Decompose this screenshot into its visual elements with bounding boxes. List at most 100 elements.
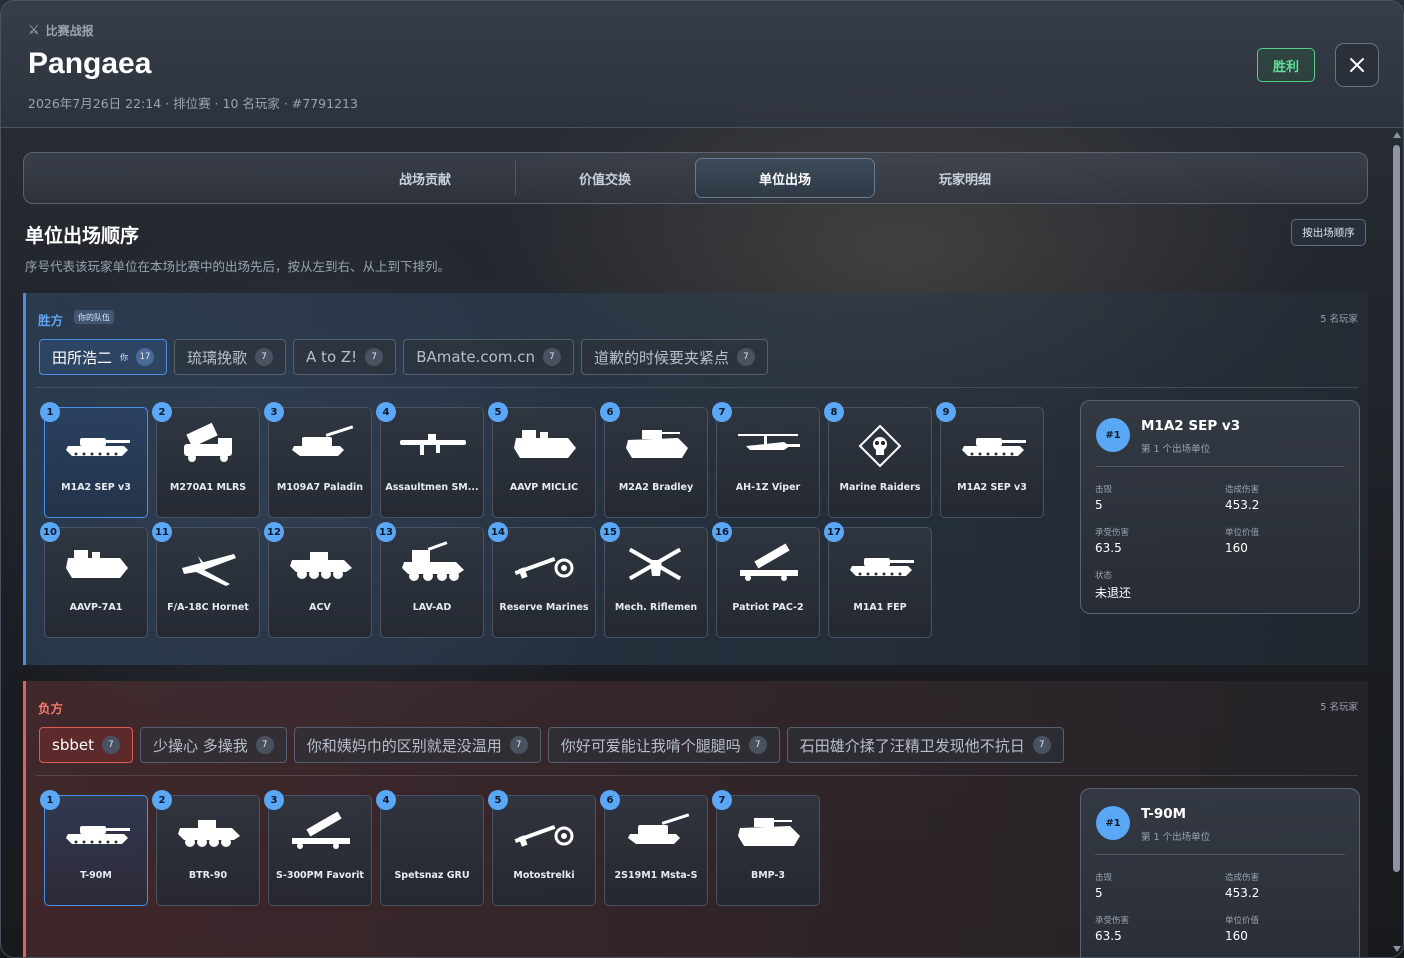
player-chip[interactable]: BAmate.com.cn 7 xyxy=(403,339,574,375)
divider xyxy=(1095,466,1345,467)
unit-card[interactable]: 4 Assaultmen SM... xyxy=(376,402,484,518)
scroll-down-arrow[interactable] xyxy=(1393,946,1401,952)
damage-taken-label: 承受伤害 xyxy=(1095,916,1130,926)
sam-launcher-icon xyxy=(740,543,798,581)
skull-insignia-icon xyxy=(858,424,902,468)
unit-order-text: 第 1 个出场单位 xyxy=(1141,832,1211,843)
deploy-order-badge: 1 xyxy=(40,790,60,810)
player-chip[interactable]: 道歉的时候要夹紧点 7 xyxy=(580,339,768,375)
artillery-icon xyxy=(628,813,690,844)
unit-card[interactable]: 1 M1A2 SEP v3 xyxy=(40,402,148,518)
tab-bar: 战场贡献 价值交换 单位出场 玩家明细 xyxy=(23,152,1368,204)
unit-card[interactable]: 11 F/A-18C Hornet xyxy=(152,522,260,638)
unit-value-value: 160 xyxy=(1225,541,1248,555)
deploy-order-badge: 8 xyxy=(824,402,844,422)
player-chip[interactable]: A to Z! 7 xyxy=(293,339,397,375)
unit-detail-card: #1 T-90M 第 1 个出场单位 击毁 5 造成伤害 453.2 承受伤害 … xyxy=(1080,788,1360,957)
crossed-swords-icon: ⚔ xyxy=(28,23,40,38)
winning-team-panel: 胜方 你的队伍 5 名玩家 田所浩二 你 17 琉璃挽歌 7 A to Z! 7… xyxy=(23,293,1368,665)
player-chips: sbbet 7 少操心 多操我 7 你和姨妈巾的区别就是没温用 7 你好可爱能让… xyxy=(39,727,1064,763)
unit-name: 2S19M1 Msta-S xyxy=(614,870,698,881)
modal-header: ⚔ 比赛战报 Pangaea 2026年7月26日 22:14 · 排位赛 · … xyxy=(1,1,1403,128)
your-team-tag: 你的队伍 xyxy=(74,310,114,324)
deploy-order-badge: 2 xyxy=(152,402,172,422)
unit-card[interactable]: 2 M270A1 MLRS xyxy=(152,402,260,518)
section-description: 序号代表该玩家单位在本场比赛中的出场先后，按从左到右、从上到下排列。 xyxy=(25,259,451,274)
damage-taken-value: 63.5 xyxy=(1095,541,1122,555)
player-chip[interactable]: sbbet 7 xyxy=(39,727,133,763)
unit-card[interactable]: 13 LAV-AD xyxy=(376,522,484,638)
rifle-insignia-icon xyxy=(514,556,574,579)
tab-unit-deployment[interactable]: 单位出场 xyxy=(695,158,875,198)
ifv-icon xyxy=(738,818,800,846)
jet-icon xyxy=(182,554,236,586)
unit-card[interactable]: 3 M109A7 Paladin xyxy=(264,402,372,518)
unit-card[interactable]: 12 ACV xyxy=(264,522,372,638)
unit-card[interactable]: 7 BMP-3 xyxy=(712,790,820,906)
divider xyxy=(1095,854,1345,855)
unit-card[interactable]: 2 BTR-90 xyxy=(152,790,260,906)
player-name: 琉璃挽歌 xyxy=(187,348,248,367)
unit-name: ACV xyxy=(309,602,331,613)
unit-card[interactable]: 6 M2A2 Bradley xyxy=(600,402,708,518)
scroll-up-arrow[interactable] xyxy=(1393,132,1401,138)
sort-order-button[interactable]: 按出场顺序 xyxy=(1291,219,1366,246)
unit-count-badge: 7 xyxy=(255,348,274,366)
map-title: Pangaea xyxy=(28,47,152,80)
unit-name: T-90M xyxy=(80,870,112,881)
unit-name: Assaultmen SM... xyxy=(385,482,479,493)
close-button[interactable] xyxy=(1335,43,1379,87)
player-chip[interactable]: 少操心 多操我 7 xyxy=(139,727,287,763)
tab-value-exchange[interactable]: 价值交换 xyxy=(515,158,695,198)
player-chip[interactable]: 你好可爱能让我啃个腿腿吗 7 xyxy=(547,727,780,763)
unit-card[interactable]: 16 Patriot PAC-2 xyxy=(712,522,820,638)
tank-icon xyxy=(66,438,130,456)
unit-card[interactable]: 1 T-90M xyxy=(40,790,148,906)
ifv-icon xyxy=(626,430,688,458)
wheeled-vehicle-icon xyxy=(290,552,352,579)
unit-card[interactable]: 8 Marine Raiders xyxy=(824,402,932,518)
unit-name: LAV-AD xyxy=(412,602,452,613)
damage-taken-label: 承受伤害 xyxy=(1095,528,1130,538)
deploy-order-badge: 12 xyxy=(264,522,284,542)
deploy-order-badge: 6 xyxy=(600,790,620,810)
player-chips: 田所浩二 你 17 琉璃挽歌 7 A to Z! 7 BAmate.com.cn… xyxy=(39,339,768,375)
kills-value: 5 xyxy=(1095,886,1103,900)
player-name: A to Z! xyxy=(306,348,358,366)
unit-card[interactable]: 9 M1A2 SEP v3 xyxy=(936,402,1044,518)
unit-count-badge: 7 xyxy=(365,348,384,366)
kicker: ⚔ 比赛战报 xyxy=(28,22,94,39)
wheeled-aa-icon xyxy=(402,541,464,581)
unit-card[interactable]: 6 2S19M1 Msta-S xyxy=(600,790,708,906)
status-label: 状态 xyxy=(1095,571,1113,581)
scrollbar-thumb[interactable] xyxy=(1393,145,1400,872)
player-chip[interactable]: 田所浩二 你 17 xyxy=(39,339,168,375)
unit-card[interactable]: 10 AAVP-7A1 xyxy=(40,522,148,638)
unit-count-badge: 7 xyxy=(101,736,120,754)
unit-card[interactable]: 4 Spetsnaz GRU xyxy=(376,790,484,906)
player-chip[interactable]: 你和姨妈巾的区别就是没温用 7 xyxy=(293,727,541,763)
unit-name: M2A2 Bradley xyxy=(618,482,694,493)
deploy-order-badge: 4 xyxy=(376,402,396,422)
match-meta: 2026年7月26日 22:14 · 排位赛 · 10 名玩家 · #77912… xyxy=(28,96,358,111)
unit-card[interactable]: 3 S-300PM Favorit xyxy=(264,790,372,906)
unit-count-badge: 7 xyxy=(1032,736,1051,754)
unit-card[interactable]: 5 AAVP MICLIC xyxy=(488,402,596,518)
unit-name: M1A2 SEP v3 xyxy=(1141,418,1241,434)
unit-card[interactable]: 14 Reserve Marines xyxy=(488,522,596,638)
player-name: 少操心 多操我 xyxy=(152,736,248,755)
unit-card[interactable]: 17 M1A1 FEP xyxy=(824,522,932,638)
tab-player-details[interactable]: 玩家明细 xyxy=(875,158,1055,198)
player-count: 5 名玩家 xyxy=(1320,702,1358,713)
player-name: 石田雄介揉了汪精卫发现他不抗日 xyxy=(799,736,1025,755)
rocket-launcher-icon xyxy=(184,422,232,462)
player-chip[interactable]: 石田雄介揉了汪精卫发现他不抗日 7 xyxy=(786,727,1064,763)
unit-card[interactable]: 15 Mech. Riflemen xyxy=(600,522,708,638)
tab-battle-contribution[interactable]: 战场贡献 xyxy=(335,158,515,198)
player-chip[interactable]: 琉璃挽歌 7 xyxy=(174,339,287,375)
deploy-order-badge: 16 xyxy=(712,522,732,542)
unit-card[interactable]: 5 Motostrelki xyxy=(488,790,596,906)
unit-name: AAVP MICLIC xyxy=(509,482,579,493)
unit-card[interactable]: 7 AH-1Z Viper xyxy=(712,402,820,518)
unit-name: Reserve Marines xyxy=(499,602,589,613)
